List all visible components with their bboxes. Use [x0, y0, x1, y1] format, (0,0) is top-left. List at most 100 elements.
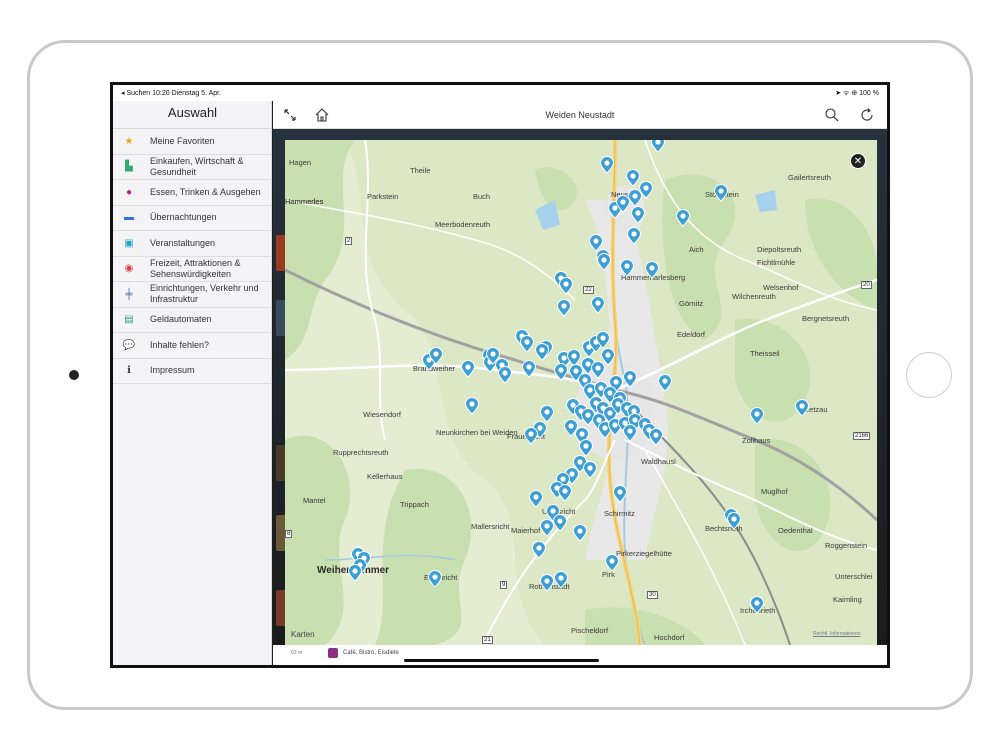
place-label: Hochdorf [654, 633, 685, 642]
location-pin-icon[interactable] [539, 519, 555, 537]
sidebar-item[interactable]: ▣ Veranstaltungen [113, 231, 272, 257]
location-pin-icon[interactable] [553, 571, 569, 589]
location-pin-icon[interactable] [582, 461, 598, 479]
place-label: Bergnetsreuth [802, 314, 850, 323]
location-pin-icon[interactable] [612, 485, 628, 503]
location-pin-icon[interactable] [596, 253, 612, 271]
info-icon: ℹ [127, 365, 131, 377]
search-icon[interactable] [823, 106, 841, 124]
place-label: Trippach [400, 500, 429, 509]
location-pin-icon[interactable] [464, 397, 480, 415]
road-number: 22 [583, 286, 594, 294]
location-pin-icon[interactable] [531, 541, 547, 559]
sidebar-item-label: Veranstaltungen [150, 237, 216, 248]
result-row[interactable]: 63 m Café, Bistro, Eisdiele [273, 645, 887, 665]
location-pin-icon[interactable] [644, 261, 660, 279]
location-pin-icon[interactable] [626, 227, 642, 245]
location-pin-icon[interactable] [657, 374, 673, 392]
place-label: Fichtlmühle [757, 258, 796, 267]
location-pin-icon[interactable] [675, 209, 691, 227]
sidebar-item[interactable]: ◉ Freizeit, Attraktionen & Sehenswürdigke… [113, 257, 272, 282]
location-pin-icon[interactable] [534, 343, 550, 361]
location-pin-icon[interactable] [619, 259, 635, 277]
sidebar-item-label: Einrichtungen, Verkehr und Infrastruktur [150, 283, 259, 305]
place-label: Roggenstein [825, 541, 868, 550]
location-pin-icon[interactable] [726, 512, 742, 530]
calendar-icon: ▣ [124, 237, 134, 249]
home-button[interactable] [906, 352, 952, 398]
location-pin-icon[interactable] [497, 366, 513, 384]
screen: Auswahl ★ Meine Favoriten ▙ Einkaufen, Wirt… [110, 82, 890, 668]
refresh-icon[interactable] [858, 106, 876, 124]
location-pin-icon[interactable] [523, 427, 539, 445]
location-pin-icon[interactable] [604, 554, 620, 572]
location-pin-icon[interactable] [553, 363, 569, 381]
place-label: Meerbodenreuth [435, 220, 491, 229]
sidebar-item[interactable]: 💬 Inhalte fehlen? [113, 333, 272, 359]
road-number: 20 [861, 281, 872, 289]
sidebar-item-label: Meine Favoriten [150, 135, 215, 146]
place-label: Wiesendorf [363, 410, 401, 419]
sidebar-item-label: Inhalte fehlen? [150, 339, 210, 350]
place-label: Aich [689, 245, 704, 254]
place-label: Gailertsreuth [788, 173, 831, 182]
location-pin-icon[interactable] [521, 360, 537, 378]
close-map-button[interactable]: ✕ [850, 153, 866, 169]
signpost-icon: ╪ [125, 288, 133, 300]
sidebar-item-label: Geldautomaten [150, 314, 212, 325]
map-view[interactable]: Hagen Theile Mallersricht Parkstein Buch Hamm… [285, 140, 877, 645]
road-number: 9 [500, 581, 508, 589]
location-pin-icon[interactable] [557, 484, 573, 502]
status-bar: ◂ Suchen 10:20 Dienstag 5. Apr. ➤ ᯤ ⊕ 10… [113, 85, 887, 101]
location-pin-icon[interactable] [650, 140, 666, 153]
sidebar-menu: ★ Meine Favoriten ▙ Einkaufen, Wirtschaft &… [113, 129, 272, 384]
location-pin-icon[interactable] [648, 428, 664, 446]
location-pin-icon[interactable] [427, 570, 443, 588]
sidebar-title: Auswahl [167, 105, 218, 120]
sidebar-item[interactable]: ▙ Einkaufen, Wirtschaft & Gesundheit [113, 155, 272, 180]
location-pin-icon[interactable] [595, 331, 611, 349]
place-label: Mantel [303, 496, 326, 505]
sidebar-item[interactable]: ℹ Impressum [113, 359, 272, 384]
place-label: Edeldorf [677, 330, 705, 339]
place-label: Wilchenreuth [732, 292, 776, 301]
location-pin-icon[interactable] [713, 184, 729, 202]
sidebar-item[interactable]: ╪ Einrichtungen, Verkehr und Infrastruktu… [113, 282, 272, 308]
place-label: Rupprechtsreuth [333, 448, 389, 457]
location-pin-icon[interactable] [347, 564, 363, 582]
location-pin-icon[interactable] [590, 296, 606, 314]
legal-link[interactable]: Rechtl. Informationen [813, 631, 861, 637]
sidebar-item[interactable]: ▬ Übernachtungen [113, 206, 272, 231]
location-pin-icon[interactable] [572, 524, 588, 542]
location-pin-icon[interactable] [749, 407, 765, 425]
location-pin-icon[interactable] [622, 370, 638, 388]
place-label: Mallersricht [471, 522, 510, 531]
home-indicator [404, 659, 599, 662]
location-pin-icon[interactable] [622, 424, 638, 442]
page-title: Weiden Neustadt [545, 110, 615, 120]
road-number: 30 [647, 591, 658, 599]
location-pin-icon[interactable] [556, 299, 572, 317]
location-pin-icon[interactable] [428, 347, 444, 365]
location-pin-icon[interactable] [599, 156, 615, 174]
place-label: Schirmitz [604, 509, 635, 518]
location-pin-icon[interactable] [558, 277, 574, 295]
sidebar-item[interactable]: ● Essen, Trinken & Ausgehen [113, 180, 272, 206]
location-pin-icon[interactable] [519, 335, 535, 353]
place-label: Waldhausl [641, 457, 676, 466]
place-label: Pischeldorf [571, 626, 609, 635]
place-label: Oedenthal [778, 526, 813, 535]
location-pin-icon[interactable] [794, 399, 810, 417]
place-label: Zollhaus [742, 436, 771, 445]
eye-icon: ◉ [124, 263, 134, 275]
location-pin-icon[interactable] [528, 490, 544, 508]
place-label: Welsenhof [763, 283, 799, 292]
location-pin-icon[interactable] [460, 360, 476, 378]
sidebar-item[interactable]: ▤ Geldautomaten [113, 308, 272, 333]
sidebar-item-label: Freizeit, Attraktionen & Sehenswürdigkei… [150, 257, 241, 279]
location-pin-icon[interactable] [749, 596, 765, 614]
sidebar-item[interactable]: ★ Meine Favoriten [113, 129, 272, 155]
location-pin-icon[interactable] [630, 206, 646, 224]
location-pin-icon[interactable] [627, 189, 643, 207]
category-badge [328, 648, 338, 658]
